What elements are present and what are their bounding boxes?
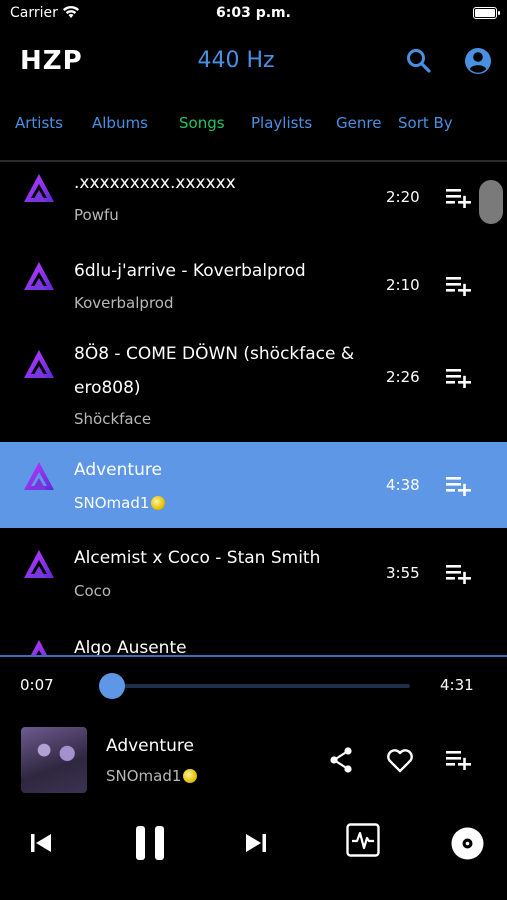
disc-icon[interactable] [451,827,484,860]
song-art-icon [24,550,54,578]
category-tabs: Artists Albums Songs Playlists Genre Sor… [0,108,507,138]
frequency-selector[interactable]: 440 Hz [0,48,472,73]
song-row[interactable]: .xxxxxxxxx.xxxxxx Powfu 2:20 [0,162,507,250]
tab-songs[interactable]: Songs [179,114,225,132]
coin-badge-icon [151,496,166,510]
song-title: Adventure [74,460,162,480]
song-artist: Coco [74,582,112,600]
skip-previous-icon[interactable] [28,830,54,856]
song-art-icon [30,640,48,655]
song-row[interactable]: Alcemist x Coco - Stan Smith Coco 3:55 [0,528,507,618]
song-duration: 2:26 [386,368,420,386]
song-title: Alcemist x Coco - Stan Smith [74,548,321,568]
playlist-add-icon[interactable] [444,474,472,496]
now-playing-artist: SNOmad1 [106,767,198,785]
search-icon[interactable] [404,46,434,76]
list-scrollbar[interactable] [479,180,503,224]
song-art-icon [24,262,54,290]
total-time: 4:31 [440,676,474,694]
playlist-add-icon[interactable] [444,562,472,584]
song-duration: 2:10 [386,276,420,294]
tab-sort-by[interactable]: Sort By [398,114,453,132]
elapsed-time: 0:07 [20,676,54,694]
song-artist: Powfu [74,206,119,224]
skip-next-icon[interactable] [243,830,269,856]
player-divider [0,655,507,657]
tab-artists[interactable]: Artists [15,114,63,132]
song-artist: SNOmad1 [74,494,166,512]
song-art-icon [24,350,54,378]
now-playing-artwork[interactable] [21,727,87,793]
song-row-selected[interactable]: Adventure SNOmad1 4:38 [0,442,507,528]
progress-track[interactable] [104,684,410,688]
song-duration: 3:55 [386,564,420,582]
progress-knob[interactable] [98,673,125,699]
pause-icon[interactable] [132,823,168,863]
song-row[interactable]: 6dlu-j'arrive - Koverbalprod Koverbalpro… [0,250,507,338]
song-artist: Shöckface [74,410,152,428]
song-duration: 2:20 [386,188,420,206]
battery-icon [473,7,500,19]
tab-playlists[interactable]: Playlists [251,114,312,132]
now-playing-title: Adventure [106,736,194,756]
tab-albums[interactable]: Albums [92,114,148,132]
song-art-icon [24,174,54,202]
app-header: HZP 440 Hz [0,38,507,83]
heart-icon[interactable] [385,745,415,775]
tab-genre[interactable]: Genre [336,114,381,132]
playlist-add-icon[interactable] [444,186,472,208]
song-row[interactable]: 8Ö8 - COME DÖWN (shöckface & ero808) Shö… [0,338,507,442]
pulse-icon[interactable] [345,822,381,858]
status-time: 6:03 p.m. [216,5,291,21]
playlist-add-icon[interactable] [444,366,472,388]
playlist-add-icon[interactable] [444,748,472,770]
status-bar: Carrier 6:03 p.m. [0,0,507,30]
playlist-add-icon[interactable] [444,274,472,296]
share-icon[interactable] [326,745,356,775]
song-art-icon [24,462,54,490]
song-title: 8Ö8 - COME DÖWN (shöckface & ero808) [74,344,355,398]
song-artist: Koverbalprod [74,294,174,312]
account-icon[interactable] [463,46,493,76]
song-title: .xxxxxxxxx.xxxxxx [74,173,236,193]
song-title: 6dlu-j'arrive - Koverbalprod [74,261,306,281]
song-list: .xxxxxxxxx.xxxxxx Powfu 2:20 6dlu-j'arri… [0,162,507,655]
song-title: Algo Ausente [74,638,187,655]
song-duration: 4:38 [386,476,420,494]
coin-badge-icon [183,769,198,783]
song-row[interactable]: Algo Ausente [0,618,507,655]
